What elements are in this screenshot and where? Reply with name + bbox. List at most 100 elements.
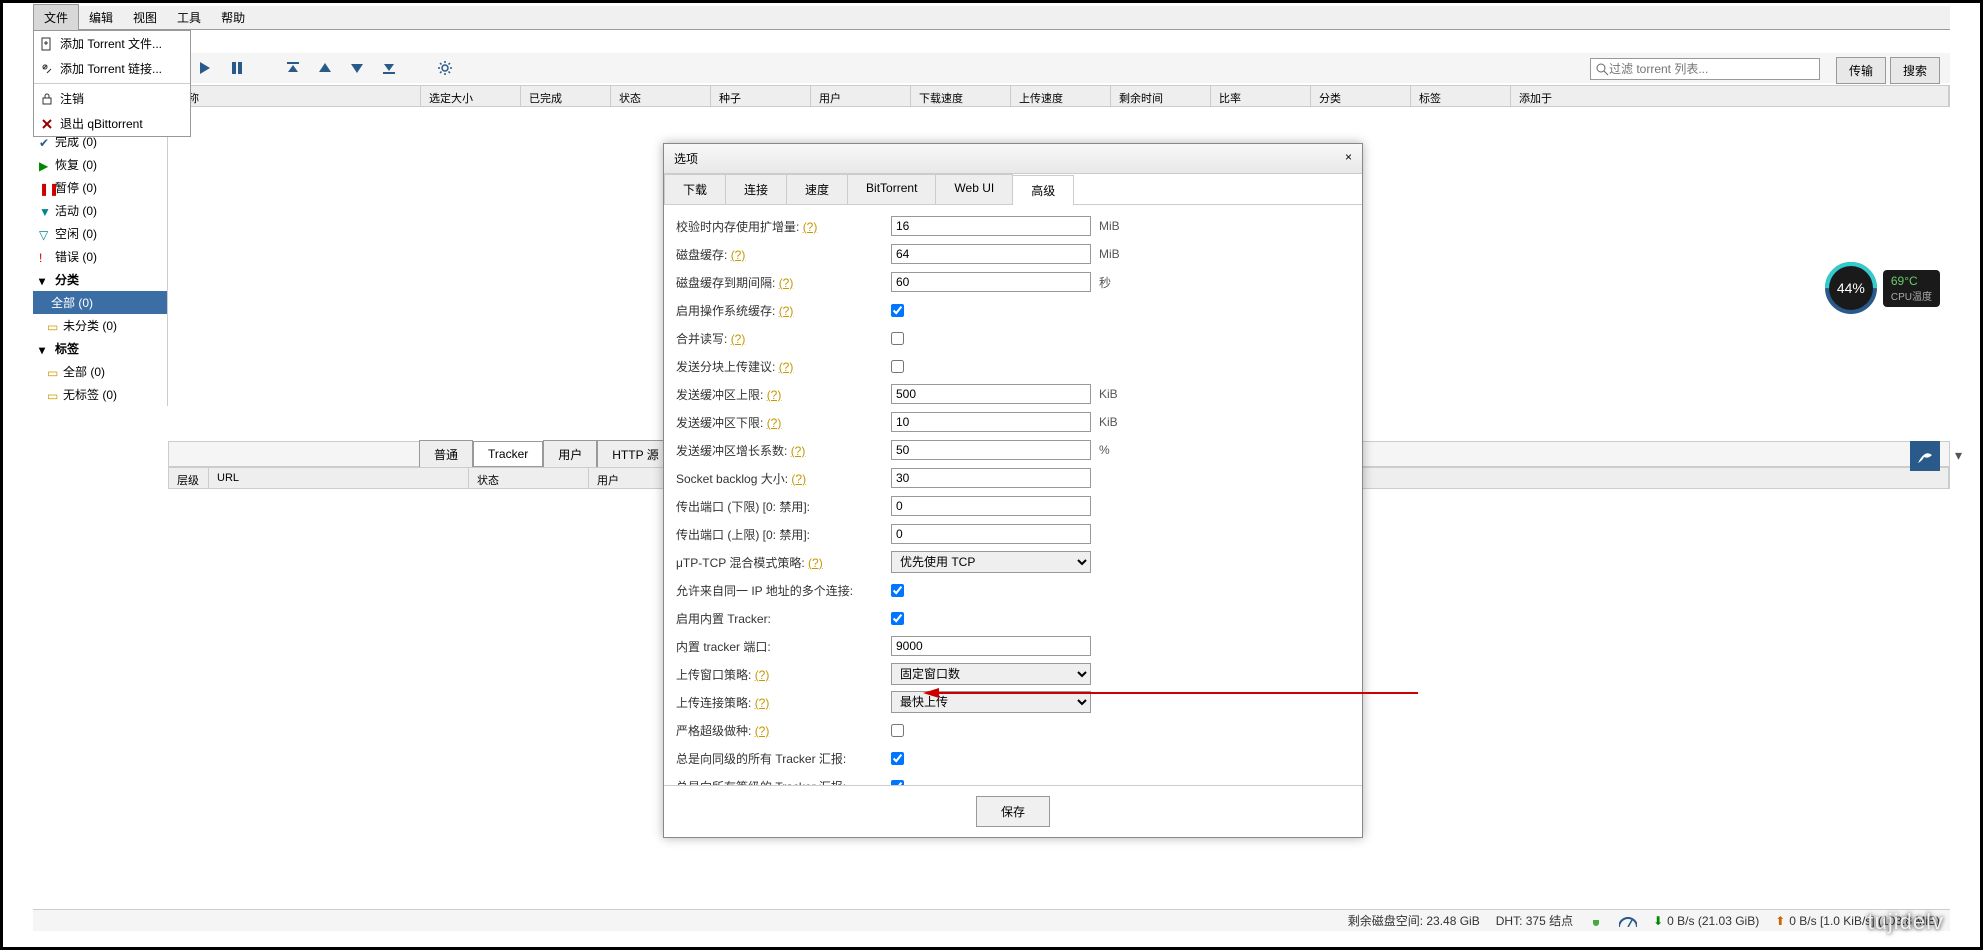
input-send-buf-growth[interactable] (891, 440, 1091, 460)
menu-tools[interactable]: 工具 (167, 5, 211, 30)
move-up-button[interactable] (313, 56, 337, 80)
col-added[interactable]: 添加于 (1511, 86, 1949, 106)
sidebar-tags-header[interactable]: ▾标签 (33, 337, 167, 360)
sidebar-categories-header[interactable]: ▾分类 (33, 268, 167, 291)
help-link[interactable]: (?) (755, 696, 770, 710)
sidebar-errored[interactable]: !错误 (0) (33, 245, 167, 268)
help-link[interactable]: (?) (767, 388, 782, 402)
col-seeds[interactable]: 种子 (711, 86, 811, 106)
settings-button[interactable] (433, 56, 457, 80)
menu-exit[interactable]: 退出 qBittorrent (34, 111, 190, 136)
help-link[interactable]: (?) (767, 416, 782, 430)
help-link[interactable]: (?) (791, 444, 806, 458)
dialog-tab-speed[interactable]: 速度 (786, 174, 848, 204)
col-status[interactable]: 状态 (611, 86, 711, 106)
input-send-buf-low[interactable] (891, 412, 1091, 432)
dialog-tab-bittorrent[interactable]: BitTorrent (847, 174, 936, 204)
checkbox-embed-tracker[interactable] (891, 612, 904, 625)
col-size[interactable]: 选定大小 (421, 86, 521, 106)
select-upload-slots[interactable]: 固定窗口数 (891, 663, 1091, 685)
status-download: ⬇ 0 B/s (21.03 GiB) (1653, 914, 1759, 928)
help-link[interactable]: (?) (803, 220, 818, 234)
filter-searchbox[interactable] (1590, 58, 1820, 80)
menu-logout[interactable]: 注销 (34, 86, 190, 111)
status-plug-icon[interactable] (1589, 914, 1603, 928)
input-mem-growth[interactable] (891, 216, 1091, 236)
select-utp-tcp[interactable]: 优先使用 TCP (891, 551, 1091, 573)
col-tags[interactable]: 标签 (1411, 86, 1511, 106)
menu-help[interactable]: 帮助 (211, 5, 255, 30)
col-peers[interactable]: 用户 (811, 86, 911, 106)
detail-col-url[interactable]: URL (209, 468, 469, 488)
checkbox-strict-super[interactable] (891, 724, 904, 737)
help-link[interactable]: (?) (791, 472, 806, 486)
detail-tab-tracker[interactable]: Tracker (473, 441, 543, 467)
checkbox-suggest[interactable] (891, 360, 904, 373)
input-disk-cache-expiry[interactable] (891, 272, 1091, 292)
menu-add-torrent-link[interactable]: 添加 Torrent 链接... (34, 56, 190, 81)
detail-col-tier[interactable]: 层级 (169, 468, 209, 488)
play-button[interactable] (193, 56, 217, 80)
col-done[interactable]: 已完成 (521, 86, 611, 106)
save-button[interactable]: 保存 (976, 796, 1050, 827)
sidebar-tag-none[interactable]: ▭无标签 (0) (33, 383, 167, 406)
input-send-buf-high[interactable] (891, 384, 1091, 404)
input-tracker-port[interactable] (891, 636, 1091, 656)
sidebar-active[interactable]: ▼活动 (0) (33, 199, 167, 222)
dialog-tab-connection[interactable]: 连接 (725, 174, 787, 204)
chevron-down-icon[interactable]: ▾ (1955, 447, 1962, 464)
input-out-port-max[interactable] (891, 524, 1091, 544)
input-socket-backlog[interactable] (891, 468, 1091, 488)
menu-file[interactable]: 文件 (33, 4, 79, 31)
col-ul[interactable]: 上传速度 (1011, 86, 1111, 106)
dialog-tab-webui[interactable]: Web UI (935, 174, 1013, 204)
col-name[interactable]: 名称 (169, 86, 421, 106)
col-eta[interactable]: 剩余时间 (1111, 86, 1211, 106)
menu-edit[interactable]: 编辑 (79, 5, 123, 30)
filter-input[interactable] (1609, 62, 1815, 76)
right-tabs: 传输 搜索 (1836, 57, 1940, 84)
detail-tab-peers[interactable]: 用户 (543, 440, 597, 469)
sidebar-category-uncategorized[interactable]: ▭未分类 (0) (33, 314, 167, 337)
tab-transfer[interactable]: 传输 (1836, 57, 1886, 84)
col-ratio[interactable]: 比率 (1211, 86, 1311, 106)
checkbox-coalesce[interactable] (891, 332, 904, 345)
checkbox-multi-conn[interactable] (891, 584, 904, 597)
help-link[interactable]: (?) (779, 304, 794, 318)
checkbox-os-cache[interactable] (891, 304, 904, 317)
sidebar-paused[interactable]: ❚❚暂停 (0) (33, 176, 167, 199)
sidebar-inactive[interactable]: ▽空闲 (0) (33, 222, 167, 245)
dialog-title: 选项 (674, 150, 698, 167)
sidebar-category-all[interactable]: 全部 (0) (33, 291, 167, 314)
help-link[interactable]: (?) (755, 668, 770, 682)
tab-search[interactable]: 搜索 (1890, 57, 1940, 84)
app-logo-icon[interactable] (1910, 441, 1940, 471)
menu-add-torrent-file[interactable]: 添加 Torrent 文件... (34, 31, 190, 56)
col-category[interactable]: 分类 (1311, 86, 1411, 106)
input-out-port-min[interactable] (891, 496, 1091, 516)
help-link[interactable]: (?) (755, 724, 770, 738)
move-top-button[interactable] (281, 56, 305, 80)
status-speed-icon[interactable] (1619, 915, 1637, 927)
help-link[interactable]: (?) (808, 556, 823, 570)
dialog-tab-advanced[interactable]: 高级 (1012, 175, 1074, 205)
checkbox-announce-all[interactable] (891, 780, 904, 786)
help-link[interactable]: (?) (731, 332, 746, 346)
help-link[interactable]: (?) (731, 248, 746, 262)
help-link[interactable]: (?) (779, 276, 794, 290)
sidebar-resumed[interactable]: ▶恢复 (0) (33, 153, 167, 176)
help-link[interactable]: (?) (779, 360, 794, 374)
checkbox-announce-tiers[interactable] (891, 752, 904, 765)
move-down-button[interactable] (345, 56, 369, 80)
input-disk-cache[interactable] (891, 244, 1091, 264)
move-bottom-button[interactable] (377, 56, 401, 80)
detail-tab-general[interactable]: 普通 (419, 440, 473, 469)
select-upload-conn[interactable]: 最快上传 (891, 691, 1091, 713)
menu-view[interactable]: 视图 (123, 5, 167, 30)
detail-col-status[interactable]: 状态 (469, 468, 589, 488)
sidebar-tag-all[interactable]: ▭全部 (0) (33, 360, 167, 383)
dialog-tab-download[interactable]: 下载 (664, 174, 726, 204)
pause-button[interactable] (225, 56, 249, 80)
dialog-close-button[interactable]: × (1345, 150, 1352, 167)
col-dl[interactable]: 下载速度 (911, 86, 1011, 106)
